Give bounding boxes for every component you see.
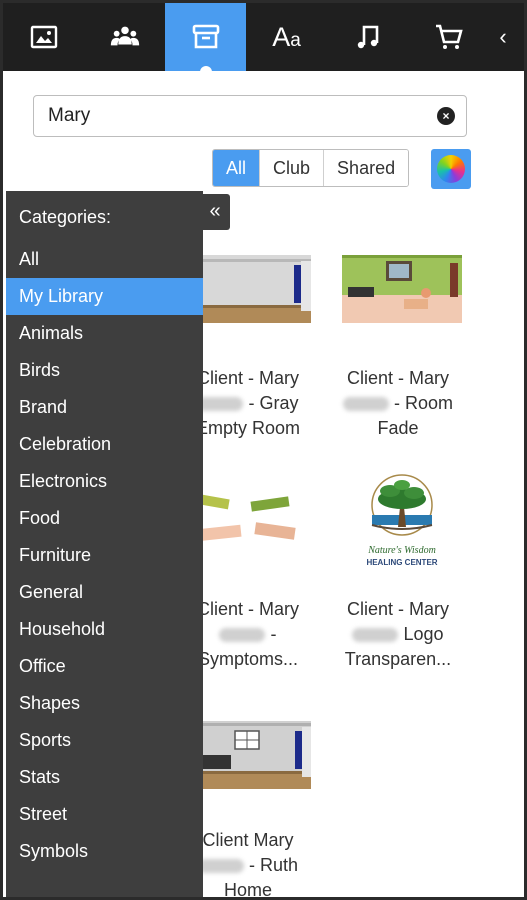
item-thumbnail-symptoms[interactable] (191, 487, 311, 567)
archive-box-icon (192, 24, 219, 49)
category-item-general[interactable]: General (6, 574, 203, 611)
search-field[interactable]: × (33, 95, 467, 137)
item-thumbnail-room-fade[interactable] (342, 255, 462, 335)
svg-text:HEALING CENTER: HEALING CENTER (366, 558, 437, 567)
category-item-animals[interactable]: Animals (6, 315, 203, 352)
source-filter: All Club Shared (212, 149, 410, 187)
category-item-my-library[interactable]: My Library (6, 278, 203, 315)
redacted-name (197, 397, 244, 412)
svg-text:Nature's Wisdom: Nature's Wisdom (367, 545, 436, 556)
tab-library[interactable] (165, 3, 246, 72)
library-panel: Aa ‹ × All Club Shared (0, 0, 527, 900)
category-item-stats[interactable]: Stats (6, 759, 203, 796)
cart-icon (435, 24, 463, 49)
categories-list: All My Library Animals Birds Brand Celebratio… (6, 241, 203, 870)
category-item-household[interactable]: Household (6, 611, 203, 648)
redacted-name (219, 628, 266, 643)
image-icon (30, 25, 57, 49)
tab-text[interactable]: Aa (246, 3, 327, 71)
text-aa-icon: Aa (272, 21, 301, 52)
category-item-symbols[interactable]: Symbols (6, 833, 203, 870)
people-icon (110, 26, 139, 46)
item-thumbnail-ruth-home[interactable] (191, 721, 311, 801)
category-item-furniture[interactable]: Furniture (6, 537, 203, 574)
tab-cart[interactable] (408, 3, 489, 71)
categories-sidebar: Categories: All My Library Animals Birds Bra… (6, 191, 203, 897)
scroll-left-arrow[interactable]: ‹ (489, 3, 517, 71)
item-thumbnail-gray-empty-room[interactable] (191, 255, 311, 335)
collapse-sidebar-button[interactable]: « (200, 194, 230, 230)
category-item-sports[interactable]: Sports (6, 722, 203, 759)
item-thumbnail-logo[interactable]: Nature's Wisdom HEALING CENTER (342, 471, 462, 571)
category-item-electronics[interactable]: Electronics (6, 463, 203, 500)
color-wheel-icon (437, 155, 465, 183)
tab-music[interactable] (327, 3, 408, 71)
filter-all-button[interactable]: All (213, 150, 261, 186)
music-note-icon (357, 25, 378, 49)
color-filter-button[interactable] (431, 149, 471, 189)
category-item-birds[interactable]: Birds (6, 352, 203, 389)
category-item-office[interactable]: Office (6, 648, 203, 685)
category-item-shapes[interactable]: Shapes (6, 685, 203, 722)
search-input[interactable] (48, 105, 428, 127)
category-item-food[interactable]: Food (6, 500, 203, 537)
filter-club-button[interactable]: Club (260, 150, 325, 186)
toolbar: Aa ‹ (3, 3, 524, 72)
categories-title: Categories: (19, 207, 112, 227)
redacted-name (197, 859, 244, 874)
filter-shared-button[interactable]: Shared (324, 150, 409, 186)
tab-people[interactable] (84, 3, 165, 71)
clear-search-icon[interactable]: × (437, 107, 455, 125)
tab-images[interactable] (3, 3, 84, 71)
category-item-brand[interactable]: Brand (6, 389, 203, 426)
redacted-name (352, 628, 399, 643)
item-caption: Client - Mary Logo Transparen... (344, 599, 452, 669)
category-item-celebration[interactable]: Celebration (6, 426, 203, 463)
item-caption: Client - Mary - Room Fade (328, 366, 468, 441)
redacted-name (342, 397, 389, 412)
category-item-all[interactable]: All (6, 241, 203, 278)
category-item-street[interactable]: Street (6, 796, 203, 833)
